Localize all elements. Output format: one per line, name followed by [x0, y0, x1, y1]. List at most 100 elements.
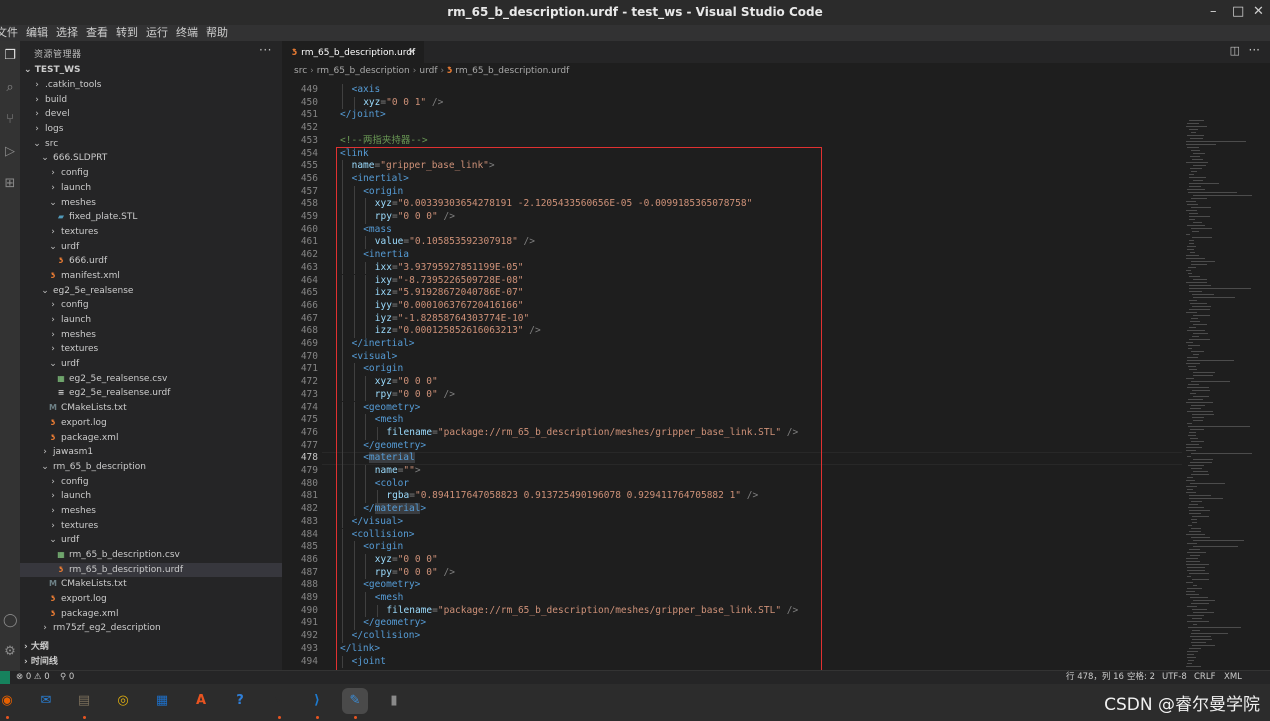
timeline-section[interactable]: › 时间线: [20, 655, 282, 669]
rss-file-icon: ƾ: [292, 48, 298, 58]
menu-selection[interactable]: 选择: [56, 25, 78, 41]
tree-item-urdf[interactable]: ⌄ urdf: [20, 240, 282, 255]
tab-rm-65-b-description-urdf[interactable]: ƾ rm_65_b_description.urdf ✕: [282, 41, 424, 63]
indentation[interactable]: 空格: 2: [1127, 671, 1155, 684]
tree-item-meshes[interactable]: › meshes: [20, 504, 282, 519]
breadcrumb-urdf[interactable]: urdf: [419, 66, 437, 76]
tree-item-cmakelists-txt[interactable]: M CMakeLists.txt: [20, 401, 282, 416]
close-window-button[interactable]: ✕: [1253, 4, 1264, 19]
menu-edit[interactable]: 编辑: [26, 25, 48, 41]
tree-item-eg2-5e-realsense[interactable]: ⌄ eg2_5e_realsense: [20, 284, 282, 299]
thunderbird-icon[interactable]: ✉: [33, 688, 59, 714]
minimap-line: [1190, 408, 1201, 409]
cursor-position[interactable]: 行 478，列 16: [1066, 671, 1124, 684]
outline-section[interactable]: › 大纲: [20, 640, 282, 654]
tree-item-jawasm1[interactable]: › jawasm1: [20, 445, 282, 460]
explorer-more-icon[interactable]: ···: [259, 43, 272, 57]
breadcrumb-package[interactable]: rm_65_b_description: [317, 66, 410, 76]
tree-item-fixed-plate-stl[interactable]: ▰ fixed_plate.STL: [20, 210, 282, 225]
tree-item-666-urdf[interactable]: ƾ 666.urdf: [20, 254, 282, 269]
tree-item-meshes[interactable]: › meshes: [20, 328, 282, 343]
running-indicator: [83, 716, 86, 719]
tree-item-launch[interactable]: › launch: [20, 313, 282, 328]
breadcrumb-src[interactable]: src: [294, 66, 307, 76]
minimap-line: [1186, 141, 1246, 142]
menu-go[interactable]: 转到: [116, 25, 138, 41]
encoding[interactable]: UTF-8: [1162, 671, 1187, 684]
tree-item-label: export.log: [61, 417, 107, 428]
ports-count[interactable]: ⚲ 0: [60, 671, 74, 684]
menu-file[interactable]: 文件: [0, 25, 18, 41]
tree-item-devel[interactable]: › devel: [20, 107, 282, 122]
vertical-scrollbar[interactable]: [1262, 82, 1270, 670]
tree-item-launch[interactable]: › launch: [20, 181, 282, 196]
search-icon[interactable]: ⌕: [3, 81, 17, 95]
editor-more-icon[interactable]: ···: [1249, 43, 1260, 57]
minimap-line: [1189, 432, 1196, 433]
remote-indicator[interactable]: [0, 671, 10, 685]
menu-view[interactable]: 查看: [86, 25, 108, 41]
text-editor-icon[interactable]: ✎: [342, 688, 368, 714]
tree-item-rm75zf-eg2-description[interactable]: › rm75zf_eg2_description: [20, 621, 282, 636]
tree-item-rm-65-b-description-csv[interactable]: ▦ rm_65_b_description.csv: [20, 548, 282, 563]
line-number: 493: [300, 642, 318, 654]
language-mode[interactable]: XML: [1224, 671, 1242, 684]
menu-help[interactable]: 帮助: [206, 25, 228, 41]
line-ending[interactable]: CRLF: [1194, 671, 1215, 684]
tree-item-logs[interactable]: › logs: [20, 122, 282, 137]
menu-run[interactable]: 运行: [146, 25, 168, 41]
run-debug-icon[interactable]: ▷: [3, 145, 17, 159]
minimize-button[interactable]: –: [1210, 4, 1217, 19]
help-icon[interactable]: ?: [227, 688, 253, 714]
accounts-icon[interactable]: ◯: [3, 614, 18, 628]
minimap-line: [1191, 642, 1206, 643]
tree-item-cmakelists-txt[interactable]: M CMakeLists.txt: [20, 577, 282, 592]
tree-item-meshes[interactable]: ⌄ meshes: [20, 196, 282, 211]
menu-terminal[interactable]: 终端: [176, 25, 198, 41]
problems-count[interactable]: ⊗ 0 ⚠ 0: [16, 671, 50, 684]
tree-item-rm-65-b-description-urdf[interactable]: ƾ rm_65_b_description.urdf: [20, 562, 282, 578]
tree-item-launch[interactable]: › launch: [20, 489, 282, 504]
csv-file-icon: ▦: [57, 373, 65, 383]
terminal-icon[interactable]: >_: [266, 688, 292, 714]
rhythmbox-icon[interactable]: ◎: [110, 688, 136, 714]
tree-item-rm-65-b-description[interactable]: ⌄ rm_65_b_description: [20, 460, 282, 475]
workspace-root[interactable]: ⌄ TEST_WS: [20, 63, 282, 78]
files-icon[interactable]: ▤: [71, 688, 97, 714]
minimap-line: [1190, 252, 1195, 253]
tree-item-export-log[interactable]: ƾ export.log: [20, 416, 282, 431]
settings-gear-icon[interactable]: ⚙: [3, 645, 17, 659]
tree-item-eg2-5e-realsense-urdf[interactable]: ≡ eg2_5e_realsense.urdf: [20, 386, 282, 401]
tree-item-textures[interactable]: › textures: [20, 342, 282, 357]
extensions-icon[interactable]: ⊞: [3, 177, 17, 191]
maximize-button[interactable]: □: [1232, 4, 1244, 19]
usb-icon[interactable]: ▮: [381, 688, 407, 714]
source-control-icon[interactable]: ⑂: [3, 113, 17, 127]
explorer-icon[interactable]: ❐: [3, 49, 17, 63]
tree-item-666-sldprt[interactable]: ⌄ 666.SLDPRT: [20, 151, 282, 166]
firefox-icon[interactable]: ◉: [0, 688, 20, 714]
minimap[interactable]: [1182, 82, 1262, 670]
tree-item-config[interactable]: › config: [20, 298, 282, 313]
minimap-line: [1186, 312, 1197, 313]
close-tab-icon[interactable]: ✕: [408, 42, 416, 64]
tree-item-urdf[interactable]: ⌄ urdf: [20, 357, 282, 372]
tree-item-urdf[interactable]: ⌄ urdf: [20, 533, 282, 548]
split-editor-icon[interactable]: ◫: [1230, 44, 1240, 57]
tree-item-config[interactable]: › config: [20, 166, 282, 181]
tree-item-textures[interactable]: › textures: [20, 519, 282, 534]
breadcrumb-file[interactable]: rm_65_b_description.urdf: [455, 66, 569, 76]
tree-item-package-xml[interactable]: ƾ package.xml: [20, 431, 282, 446]
software-icon[interactable]: A: [188, 688, 214, 714]
tree-item-export-log[interactable]: ƾ export.log: [20, 592, 282, 607]
tree-item-src[interactable]: ⌄ src: [20, 137, 282, 152]
tree-item-build[interactable]: › build: [20, 93, 282, 108]
tree-item-textures[interactable]: › textures: [20, 225, 282, 240]
tree-item-config[interactable]: › config: [20, 475, 282, 490]
vscode-icon[interactable]: ⟩: [304, 688, 330, 714]
tree-item-manifest-xml[interactable]: ƾ manifest.xml: [20, 269, 282, 284]
tree-item--catkin-tools[interactable]: › .catkin_tools: [20, 78, 282, 93]
writer-icon[interactable]: ▦: [149, 688, 175, 714]
tree-item-package-xml[interactable]: ƾ package.xml: [20, 607, 282, 622]
tree-item-eg2-5e-realsense-csv[interactable]: ▦ eg2_5e_realsense.csv: [20, 372, 282, 387]
